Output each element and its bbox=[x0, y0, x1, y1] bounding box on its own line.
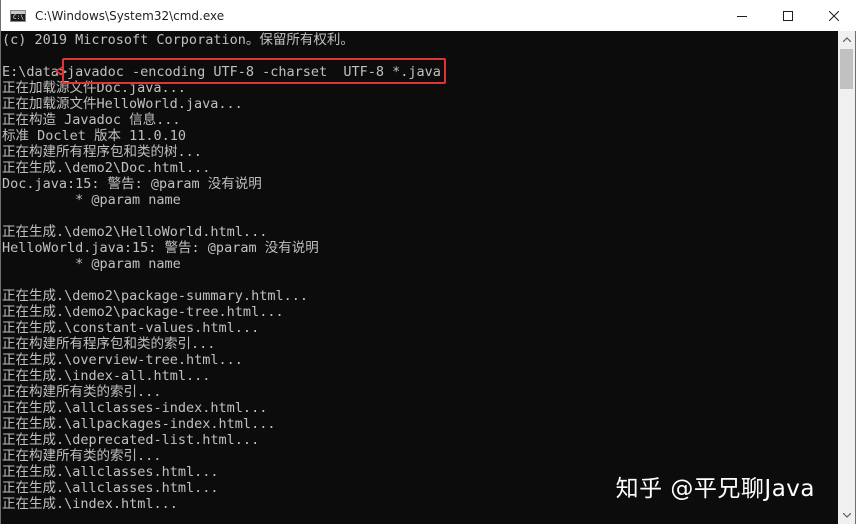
console-line: 正在生成.\allclasses.html... bbox=[2, 480, 219, 496]
close-button[interactable] bbox=[811, 0, 856, 31]
minimize-button[interactable] bbox=[719, 0, 765, 31]
console-line: 正在生成.\demo2\Doc.html... bbox=[2, 160, 211, 176]
console-line: HelloWorld.java:15: 警告: @param 没有说明 bbox=[2, 240, 319, 256]
console-line: * @param name bbox=[2, 192, 181, 208]
console-line: 正在生成.\deprecated-list.html... bbox=[2, 432, 260, 448]
window-title: C:\Windows\System32\cmd.exe bbox=[35, 8, 225, 23]
console-line: 正在构建所有程序包和类的索引... bbox=[2, 336, 216, 352]
console-line: 正在构建所有类的索引... bbox=[2, 448, 162, 464]
console-line: 正在构造 Javadoc 信息... bbox=[2, 112, 181, 128]
console-line: 正在生成.\demo2\package-tree.html... bbox=[2, 304, 284, 320]
close-icon bbox=[829, 10, 839, 21]
console-line: 正在加载源文件HelloWorld.java... bbox=[2, 96, 243, 112]
vertical-scrollbar[interactable] bbox=[838, 31, 855, 524]
console-command-line: E:\data>javadoc -encoding UTF-8 -charset… bbox=[2, 64, 441, 80]
scrollbar-thumb[interactable] bbox=[840, 49, 853, 89]
console-line: 正在生成.\allclasses.html... bbox=[2, 464, 219, 480]
scroll-down-button[interactable] bbox=[838, 507, 855, 524]
maximize-icon bbox=[783, 10, 793, 21]
cmd-window: C:\ C:\Windows\System32\cmd.exe (c) 2019… bbox=[0, 0, 856, 524]
console-line: 正在生成.\index.html... bbox=[2, 496, 178, 512]
console-output[interactable]: (c) 2019 Microsoft Corporation。保留所有权利。 E… bbox=[1, 31, 839, 524]
console-line: 正在生成.\index-all.html... bbox=[2, 368, 211, 384]
console-line: 正在生成.\constant-values.html... bbox=[2, 320, 260, 336]
console-line: 正在构建所有程序包和类的树... bbox=[2, 144, 202, 160]
console-line: (c) 2019 Microsoft Corporation。保留所有权利。 bbox=[2, 32, 354, 48]
cmd-icon-text: C:\ bbox=[13, 13, 24, 21]
console-line: 正在构建所有类的索引... bbox=[2, 384, 162, 400]
scroll-up-button[interactable] bbox=[838, 31, 855, 48]
window-controls bbox=[719, 0, 856, 31]
minimize-icon bbox=[737, 15, 747, 17]
console-line: 标准 Doclet 版本 11.0.10 bbox=[2, 128, 187, 144]
cmd-icon[interactable]: C:\ bbox=[10, 9, 26, 22]
console-line: 正在生成.\demo2\HelloWorld.html... bbox=[2, 224, 268, 240]
title-bar[interactable]: C:\ C:\Windows\System32\cmd.exe bbox=[1, 0, 856, 31]
console-line: 正在生成.\demo2\package-summary.html... bbox=[2, 288, 308, 304]
console-line: 正在加载源文件Doc.java... bbox=[2, 80, 186, 96]
chevron-up-icon bbox=[842, 37, 851, 42]
console-line: 正在生成.\allclasses-index.html... bbox=[2, 400, 268, 416]
chevron-down-icon bbox=[842, 513, 851, 518]
console-line: Doc.java:15: 警告: @param 没有说明 bbox=[2, 176, 262, 192]
zhihu-watermark: 知乎 @平兄聊Java bbox=[615, 476, 815, 502]
console-line: 正在生成.\overview-tree.html... bbox=[2, 352, 243, 368]
console-line: 正在生成.\allpackages-index.html... bbox=[2, 416, 276, 432]
console-line: * @param name bbox=[2, 256, 181, 272]
maximize-button[interactable] bbox=[765, 0, 811, 31]
